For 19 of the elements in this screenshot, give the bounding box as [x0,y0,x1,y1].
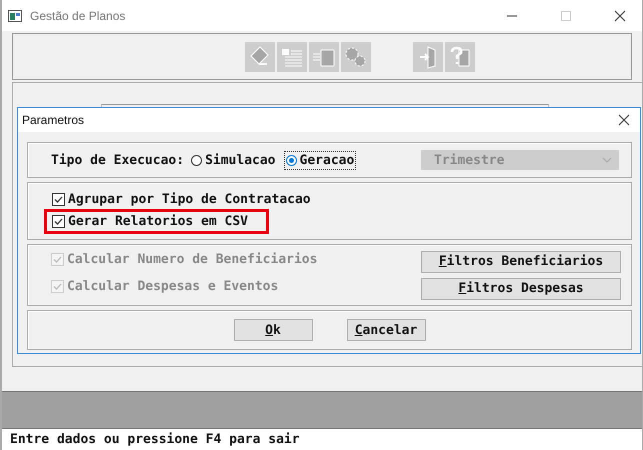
checkmark-icon [52,215,65,228]
app-icon [8,10,22,22]
checkmark-icon [52,193,65,206]
checkbox[interactable]: Gerar Relatorios em CSV [50,213,250,230]
dialog-title: Parametros [22,113,84,127]
execution-type-label: Tipo de Execucao: [51,152,184,168]
ok-button[interactable]: Ok [234,319,312,341]
checkbox[interactable]: Agrupar por Tipo de Contratacao [50,191,313,208]
checkmark-icon [51,280,64,292]
maximize-icon[interactable] [560,10,572,22]
radio-option[interactable]: Simulacao [190,152,277,168]
window-title: Gestão de Planos [30,8,126,22]
close-icon[interactable] [618,114,630,126]
radio-option[interactable]: Geracao [284,152,356,168]
checkmark-icon [51,252,64,266]
caret-icon [602,157,612,163]
status-text: Entre dados ou pressione F4 para sair [10,432,300,447]
close-icon[interactable] [614,10,626,22]
cancel-button[interactable]: Cancelar [346,319,426,341]
